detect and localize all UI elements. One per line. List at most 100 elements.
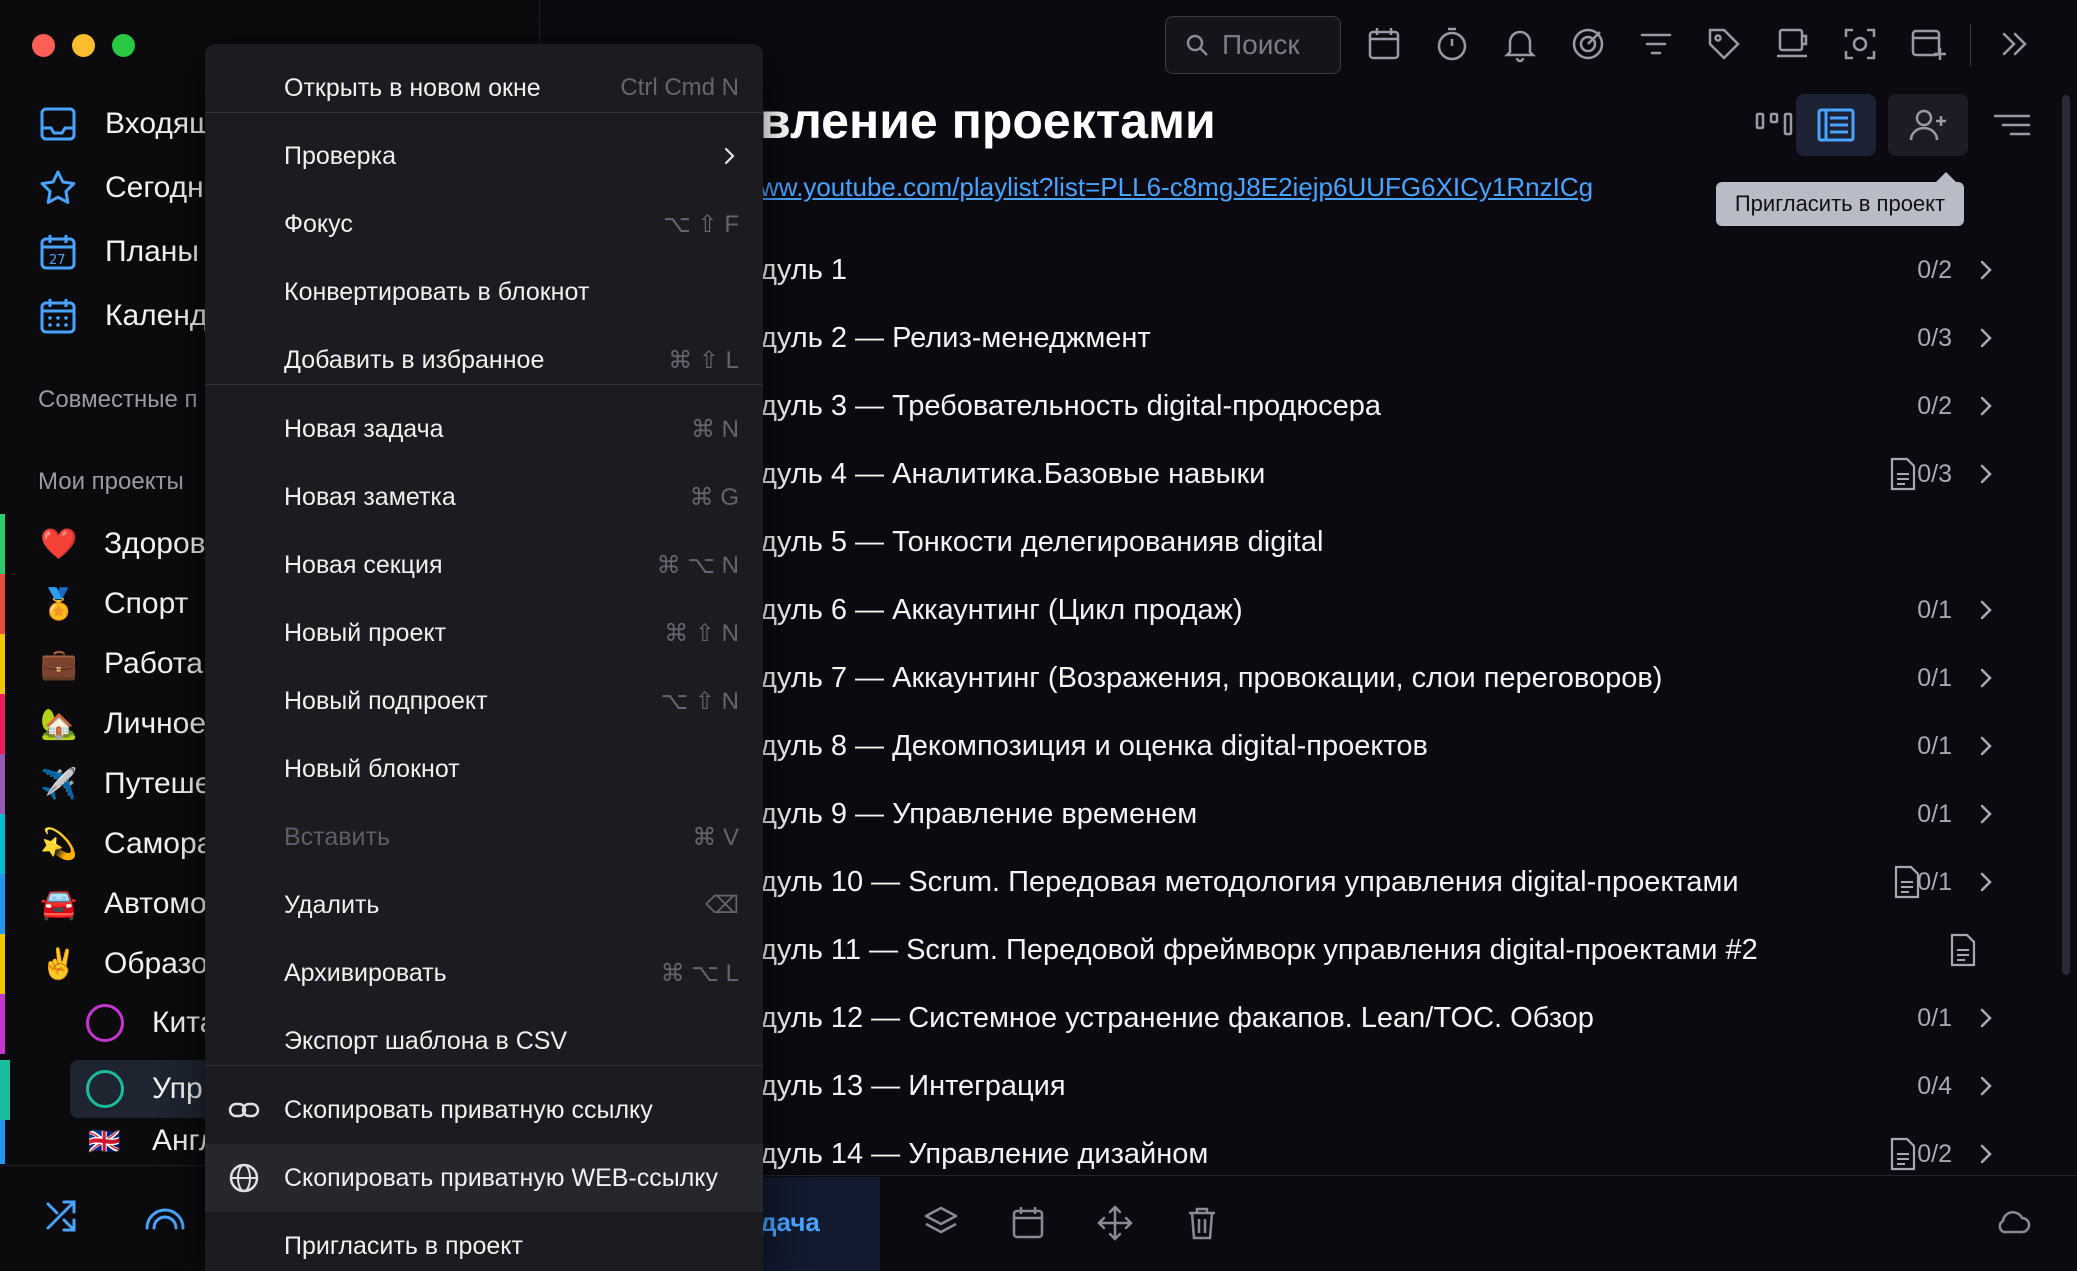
menu-item-shortcut: Ctrl Cmd N: [620, 74, 739, 101]
zoom-window-button[interactable]: [112, 34, 135, 57]
chevron-right-icon[interactable]: [1974, 666, 1998, 690]
layers-icon: [924, 1206, 958, 1234]
chevron-right-icon[interactable]: [1974, 394, 1998, 418]
list-view-button[interactable]: [1796, 94, 1876, 156]
chevron-right-icon[interactable]: [1974, 734, 1998, 758]
coffee-button[interactable]: [1772, 24, 1812, 64]
menu-item-shortcut: ⌘ V: [692, 823, 739, 851]
cup-icon: [1777, 28, 1808, 58]
calendar-icon: [1368, 28, 1400, 60]
project-link[interactable]: ww.youtube.com/playlist?list=PLL6-c8mgJ8…: [760, 172, 1593, 203]
chevron-right-icon[interactable]: [1974, 1142, 1998, 1166]
task-row[interactable]: дуль 13 — Интеграция 0/4: [760, 1056, 2060, 1116]
menu-item[interactable]: Скопировать приватную WEB-ссылку: [205, 1144, 763, 1212]
task-row[interactable]: дуль 12 — Системное устранение факапов. …: [760, 988, 2060, 1048]
task-row[interactable]: дуль 5 — Тонкости делегированияв digital: [760, 512, 2060, 572]
focus-button[interactable]: [1568, 24, 1608, 64]
chevron-right-icon[interactable]: [1974, 1006, 1998, 1030]
star-icon: [40, 170, 76, 204]
move-button[interactable]: [1096, 1204, 1134, 1242]
project-color-bar: [0, 814, 5, 874]
add-window-button[interactable]: [1908, 24, 1948, 64]
window-controls: [32, 34, 135, 57]
menu-item[interactable]: Новая заметка ⌘ G: [205, 463, 763, 531]
task-row[interactable]: дуль 8 — Декомпозиция и оценка digital-п…: [760, 716, 2060, 776]
menu-item-label: Новый подпроект: [284, 686, 488, 715]
menu-item[interactable]: Экспорт шаблона в CSV: [205, 1007, 763, 1075]
sidebar-item-today[interactable]: Сегодн: [38, 162, 204, 214]
chevron-right-icon[interactable]: [1974, 258, 1998, 282]
menu-item-label: Удалить: [284, 890, 380, 919]
task-row[interactable]: дуль 1 0/2: [760, 240, 2060, 300]
sync-button[interactable]: [1994, 1204, 2034, 1242]
delete-button[interactable]: [1183, 1204, 1221, 1242]
menu-item[interactable]: Открыть в новом окне Ctrl Cmd N: [205, 54, 763, 122]
calendar-button[interactable]: [1364, 24, 1404, 64]
chevron-right-icon[interactable]: [1974, 326, 1998, 350]
chevron-right-icon[interactable]: [1974, 870, 1998, 894]
shuffle-icon[interactable]: [42, 1196, 82, 1236]
notifications-button[interactable]: [1500, 24, 1540, 64]
task-row[interactable]: дуль 3 — Требовательность digital-продюс…: [760, 376, 2060, 436]
task-row[interactable]: дуль 7 — Аккаунтинг (Возражения, провока…: [760, 648, 2060, 708]
invite-button[interactable]: [1888, 94, 1968, 156]
timer-button[interactable]: [1432, 24, 1472, 64]
task-row[interactable]: дуль 4 — Аналитика.Базовые навыки 0/3: [760, 444, 2060, 504]
task-progress-count: 0/1: [1917, 663, 1952, 692]
chevron-right-icon[interactable]: [1974, 598, 1998, 622]
tags-button[interactable]: [1704, 24, 1744, 64]
menu-item[interactable]: Новая секция ⌘ ⌥ N: [205, 531, 763, 599]
menu-item[interactable]: Архивировать ⌘ ⌥ L: [205, 939, 763, 1007]
task-title: дуль 3 — Требовательность digital-продюс…: [760, 389, 1381, 422]
task-row[interactable]: дуль 11 — Scrum. Передовой фреймворк упр…: [760, 920, 2060, 980]
project-color-bar: [0, 514, 5, 574]
tag-icon: [1708, 28, 1740, 60]
chevron-right-icon[interactable]: [1974, 802, 1998, 826]
minimize-window-button[interactable]: [72, 34, 95, 57]
task-progress-count: 0/1: [1917, 1003, 1952, 1032]
context-menu: Открыть в новом окне Ctrl Cmd N Проверка Фо…: [205, 44, 763, 1271]
task-row[interactable]: дуль 9 — Управление временем 0/1: [760, 784, 2060, 844]
chevron-right-icon[interactable]: [1974, 1074, 1998, 1098]
menu-item[interactable]: Проверка: [205, 122, 763, 190]
scan-icon: [1844, 28, 1876, 60]
sort-button[interactable]: [1972, 94, 2052, 156]
chevron-right-icon[interactable]: [1974, 462, 1998, 486]
menu-item[interactable]: Новый подпроект ⌥ ⇧ N: [205, 667, 763, 735]
project-label: Образо: [104, 947, 208, 980]
menu-item[interactable]: Скопировать приватную ссылку: [205, 1076, 763, 1144]
menu-item[interactable]: Новый блокнот: [205, 735, 763, 803]
task-row[interactable]: дуль 6 — Аккаунтинг (Цикл продаж) 0/1: [760, 580, 2060, 640]
menu-item[interactable]: Пригласить в проект: [205, 1212, 763, 1271]
scrollbar[interactable]: [2062, 95, 2070, 975]
menu-item[interactable]: Фокус ⌥ ⇧ F: [205, 190, 763, 258]
filter-button[interactable]: [1636, 24, 1676, 64]
date-button[interactable]: [1009, 1204, 1047, 1242]
task-row[interactable]: дуль 2 — Релиз-менеджмент 0/3: [760, 308, 2060, 368]
expand-button[interactable]: [1994, 24, 2034, 64]
sidebar-item-inbox[interactable]: Входящ: [38, 98, 214, 150]
close-window-button[interactable]: [32, 34, 55, 57]
menu-item[interactable]: Добавить в избранное ⌘ ⇧ L: [205, 326, 763, 394]
my-projects-header[interactable]: Мои проекты: [38, 468, 184, 496]
menu-item[interactable]: Конвертировать в блокнот: [205, 258, 763, 326]
task-progress-count: 0/1: [1917, 799, 1952, 828]
menu-item-shortcut: ⌘ ⇧ N: [664, 619, 739, 647]
menu-item[interactable]: Новый проект ⌘ ⇧ N: [205, 599, 763, 667]
layers-button[interactable]: [922, 1204, 960, 1242]
screenshot-button[interactable]: [1840, 24, 1880, 64]
menu-item-label: Новая задача: [284, 414, 444, 443]
sidebar-item-calendar[interactable]: Календ: [38, 290, 207, 342]
task-row[interactable]: дуль 10 — Scrum. Передовая методология у…: [760, 852, 2060, 912]
project-label: Личное: [104, 707, 207, 740]
signal-arc-icon[interactable]: [142, 1198, 188, 1238]
task-title: дуль 11 — Scrum. Передовой фреймворк упр…: [760, 933, 1758, 966]
menu-item-label: Экспорт шаблона в CSV: [284, 1026, 568, 1055]
menu-item-label: Пригласить в проект: [284, 1231, 523, 1260]
menu-item[interactable]: Новая задача ⌘ N: [205, 395, 763, 463]
sidebar-item-plans[interactable]: 27 Планы: [38, 226, 199, 278]
shared-projects-header[interactable]: Совместные п: [38, 386, 198, 414]
menu-item[interactable]: Удалить ⌫: [205, 871, 763, 939]
menu-item-label: Новый блокнот: [284, 754, 460, 783]
search-input[interactable]: Поиск: [1165, 16, 1341, 74]
